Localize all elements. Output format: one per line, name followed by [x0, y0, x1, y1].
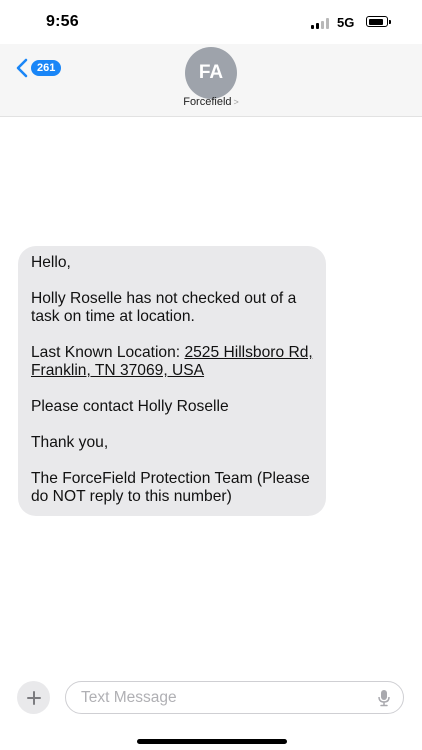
network-type: 5G	[337, 15, 355, 30]
battery-icon	[366, 16, 391, 27]
status-bar: 9:56 5G	[0, 0, 422, 44]
message-signature: The ForceField Protection Team (Please d…	[31, 470, 310, 505]
back-button[interactable]: 261	[16, 58, 62, 78]
location-label: Last Known Location:	[31, 344, 181, 361]
contact-name-button[interactable]: Forcefield >	[0, 96, 422, 108]
message-thanks: Thank you,	[31, 434, 109, 451]
message-bubble[interactable]: Hello, Holly Roselle has not checked out…	[18, 246, 326, 516]
message-contact-line: Please contact Holly Roselle	[31, 398, 229, 415]
chevron-right-icon: >	[233, 97, 239, 107]
message-input[interactable]: Text Message	[65, 681, 404, 714]
message-input-placeholder: Text Message	[81, 689, 177, 706]
chevron-left-icon	[16, 58, 28, 78]
conversation-header: 261 FA Forcefield >	[0, 44, 422, 117]
plus-icon	[26, 690, 41, 705]
message-greeting: Hello,	[31, 254, 71, 271]
unread-badge: 261	[31, 60, 62, 76]
message-location: Last Known Location: 2525 Hillsboro Rd, …	[31, 344, 314, 380]
contact-name: Forcefield	[183, 96, 232, 108]
signal-icon	[311, 18, 331, 29]
status-time: 9:56	[46, 13, 79, 30]
message-body: Holly Roselle has not checked out of a t…	[31, 290, 297, 325]
microphone-icon[interactable]	[378, 689, 390, 707]
contact-avatar[interactable]: FA	[185, 47, 237, 99]
home-indicator[interactable]	[137, 739, 287, 744]
apps-plus-button[interactable]	[17, 681, 50, 714]
